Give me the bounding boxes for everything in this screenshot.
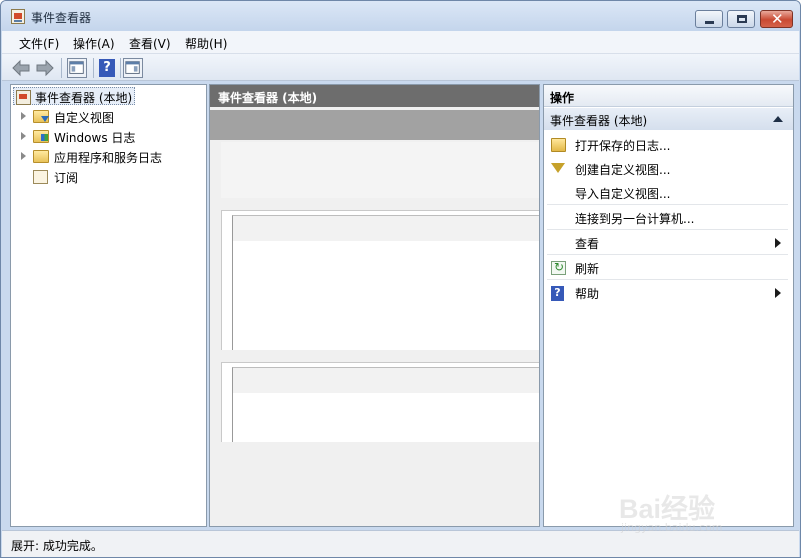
maximize-button[interactable]	[727, 10, 755, 28]
action-label: 查看	[575, 237, 600, 251]
action-separator	[547, 229, 788, 230]
actions-pane: 操作 事件查看器 (本地) 打开保存的日志... 创建自定义视图... 导入自定…	[543, 84, 794, 527]
event-viewer-window: 事件查看器 ✕ 文件(F) 操作(A) 查看(V) 帮助(H) ? 事件查看器 …	[0, 0, 801, 558]
title-bar[interactable]: 事件查看器 ✕	[1, 1, 800, 31]
show-hide-console-tree-icon[interactable]	[67, 58, 87, 78]
action-separator	[547, 279, 788, 280]
action-label: 连接到另一台计算机...	[575, 212, 695, 226]
menu-bar: 文件(F) 操作(A) 查看(V) 帮助(H)	[2, 31, 799, 54]
menu-file[interactable]: 文件(F)	[19, 35, 59, 52]
submenu-arrow-icon	[775, 238, 781, 248]
toolbar: ?	[2, 54, 799, 81]
submenu-arrow-icon	[775, 288, 781, 298]
folder-icon	[33, 150, 49, 163]
recent-views-header	[233, 368, 539, 393]
toolbar-separator	[61, 58, 62, 78]
action-open-saved-log[interactable]: 打开保存的日志...	[544, 133, 793, 157]
center-pane-header: 事件查看器 (本地)	[210, 85, 539, 107]
forward-arrow-icon[interactable]	[36, 58, 54, 78]
action-label: 刷新	[575, 262, 600, 276]
toolbar-separator	[93, 58, 94, 78]
overview-band	[210, 110, 539, 140]
action-connect-computer[interactable]: 连接到另一台计算机...	[544, 206, 793, 230]
minimize-icon	[705, 21, 714, 24]
tree-item-label: 订阅	[54, 171, 79, 185]
toolbar-separator	[120, 58, 121, 78]
recent-views-panel[interactable]	[221, 362, 539, 442]
expand-arrow-icon[interactable]	[21, 132, 26, 140]
help-icon: ?	[551, 286, 564, 301]
minimize-button[interactable]	[695, 10, 723, 28]
refresh-icon	[551, 260, 566, 275]
actions-section-header[interactable]: 事件查看器 (本地)	[544, 108, 793, 130]
subscription-icon	[33, 170, 48, 184]
center-pane-empty-area	[221, 442, 539, 526]
event-viewer-icon	[16, 90, 31, 105]
summary-panel[interactable]	[221, 210, 539, 350]
open-folder-icon	[551, 138, 566, 152]
expand-arrow-icon[interactable]	[21, 152, 26, 160]
action-separator	[547, 204, 788, 205]
folder-view-icon	[33, 110, 49, 123]
action-import-custom-view[interactable]: 导入自定义视图...	[544, 181, 793, 205]
overview-section	[221, 142, 539, 198]
close-icon: ✕	[771, 10, 784, 28]
action-separator	[547, 254, 788, 255]
actions-section-title: 事件查看器 (本地)	[550, 114, 648, 128]
help-icon[interactable]: ?	[99, 59, 115, 77]
action-label: 打开保存的日志...	[575, 139, 671, 153]
action-label: 帮助	[575, 287, 600, 301]
tree-item-label: Windows 日志	[54, 131, 136, 145]
status-text: 展开: 成功完成。	[11, 539, 103, 553]
collapse-caret-icon[interactable]	[773, 116, 783, 122]
recent-views-content	[232, 367, 539, 442]
action-view[interactable]: 查看	[544, 231, 793, 255]
console-tree-pane[interactable]: 事件查看器 (本地) 自定义视图 Windows 日志 应用程序和服务日志 订阅	[10, 84, 207, 527]
folder-windows-icon	[33, 130, 49, 143]
action-refresh[interactable]: 刷新	[544, 256, 793, 280]
action-help[interactable]: ? 帮助	[544, 281, 793, 305]
status-bar: 展开: 成功完成。	[2, 530, 799, 557]
maximize-icon	[737, 15, 747, 23]
center-pane[interactable]: 事件查看器 (本地)	[209, 84, 540, 527]
action-label: 导入自定义视图...	[575, 187, 671, 201]
tree-item-subscriptions[interactable]: 订阅	[11, 167, 201, 187]
actions-header: 操作	[544, 85, 793, 107]
menu-view[interactable]: 查看(V)	[129, 35, 171, 52]
expand-arrow-icon[interactable]	[21, 112, 26, 120]
tree-item-label: 自定义视图	[54, 111, 115, 125]
tree-item-event-viewer-local[interactable]: 事件查看器 (本地)	[13, 87, 135, 105]
tree-item-app-service-logs[interactable]: 应用程序和服务日志	[11, 147, 201, 167]
summary-panel-content	[232, 215, 539, 350]
close-button[interactable]: ✕	[760, 10, 793, 28]
filter-icon	[551, 163, 565, 173]
tree-item-custom-views[interactable]: 自定义视图	[11, 107, 201, 127]
window-title: 事件查看器	[31, 11, 92, 25]
action-label: 创建自定义视图...	[575, 163, 671, 177]
event-viewer-app-icon[interactable]	[11, 9, 25, 24]
tree-item-label: 事件查看器 (本地)	[35, 91, 133, 105]
action-create-custom-view[interactable]: 创建自定义视图...	[544, 157, 793, 181]
menu-action[interactable]: 操作(A)	[73, 35, 115, 52]
summary-panel-header	[233, 216, 539, 241]
back-arrow-icon[interactable]	[12, 58, 30, 78]
show-hide-action-pane-icon[interactable]	[123, 58, 143, 78]
menu-help[interactable]: 帮助(H)	[185, 35, 227, 52]
tree-item-windows-logs[interactable]: Windows 日志	[11, 127, 201, 147]
tree-item-label: 应用程序和服务日志	[54, 151, 163, 165]
